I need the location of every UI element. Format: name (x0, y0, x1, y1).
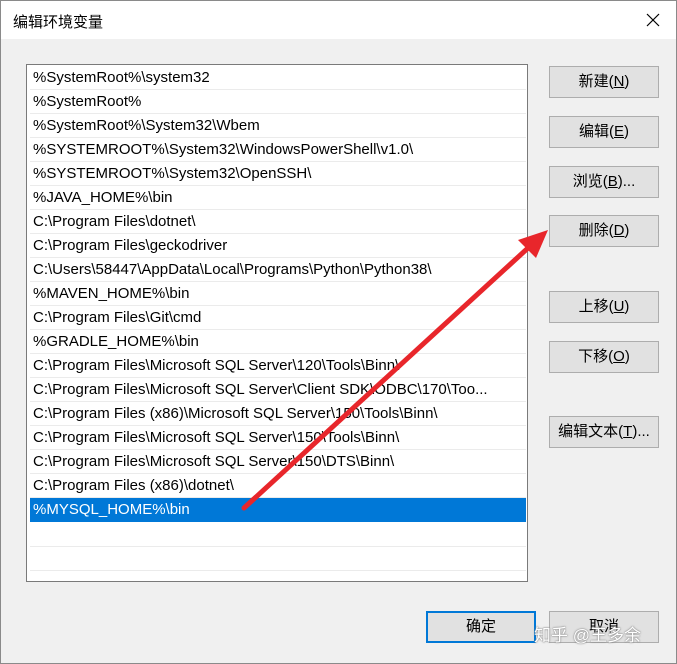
edit-environment-variable-dialog: 编辑环境变量 %SystemRoot%\system32 %SystemRoot%… (0, 0, 677, 664)
path-list-item[interactable]: C:\Users\58447\AppData\Local\Programs\Py… (30, 258, 526, 282)
path-list-item[interactable]: %SystemRoot%\System32\Wbem (30, 114, 526, 138)
edit-text-button[interactable]: 编辑文本(T)... (549, 416, 659, 448)
path-list-item[interactable]: %SYSTEMROOT%\System32\OpenSSH\ (30, 162, 526, 186)
new-button[interactable]: 新建(N) (549, 66, 659, 98)
ok-button[interactable]: 确定 (426, 611, 536, 643)
path-list-item[interactable]: %JAVA_HOME%\bin (30, 186, 526, 210)
close-button[interactable] (630, 1, 676, 39)
close-icon (646, 13, 660, 27)
path-list-item[interactable]: %SystemRoot%\system32 (30, 66, 526, 90)
path-list-item[interactable]: C:\Program Files\Git\cmd (30, 306, 526, 330)
path-list-item[interactable]: %GRADLE_HOME%\bin (30, 330, 526, 354)
path-list-item[interactable]: C:\Program Files (x86)\dotnet\ (30, 474, 526, 498)
move-down-button[interactable]: 下移(O) (549, 341, 659, 373)
path-list-item[interactable]: C:\Program Files\Microsoft SQL Server\12… (30, 354, 526, 378)
path-list-item[interactable]: %SYSTEMROOT%\System32\WindowsPowerShell\… (30, 138, 526, 162)
path-list-item[interactable]: C:\Program Files\Microsoft SQL Server\15… (30, 450, 526, 474)
empty-list-row (30, 570, 526, 581)
path-list-item[interactable]: C:\Program Files\Microsoft SQL Server\15… (30, 426, 526, 450)
edit-button[interactable]: 编辑(E) (549, 116, 659, 148)
title-bar: 编辑环境变量 (1, 1, 676, 39)
path-list-item[interactable]: C:\Program Files\dotnet\ (30, 210, 526, 234)
path-list-item[interactable]: C:\Program Files\Microsoft SQL Server\Cl… (30, 378, 526, 402)
path-list-item[interactable]: %SystemRoot% (30, 90, 526, 114)
path-list-item[interactable]: %MAVEN_HOME%\bin (30, 282, 526, 306)
path-list[interactable]: %SystemRoot%\system32 %SystemRoot% %System… (26, 64, 528, 582)
delete-button[interactable]: 删除(D) (549, 215, 659, 247)
empty-list-row (30, 522, 526, 547)
browse-button[interactable]: 浏览(B)... (549, 166, 659, 198)
watermark: 知乎 @王多余 (534, 626, 641, 645)
move-up-button[interactable]: 上移(U) (549, 291, 659, 323)
empty-list-row (30, 546, 526, 571)
path-list-item[interactable]: %MYSQL_HOME%\bin (30, 498, 526, 522)
window-title: 编辑环境变量 (13, 14, 104, 31)
path-list-item[interactable]: C:\Program Files\geckodriver (30, 234, 526, 258)
path-list-item[interactable]: C:\Program Files (x86)\Microsoft SQL Ser… (30, 402, 526, 426)
